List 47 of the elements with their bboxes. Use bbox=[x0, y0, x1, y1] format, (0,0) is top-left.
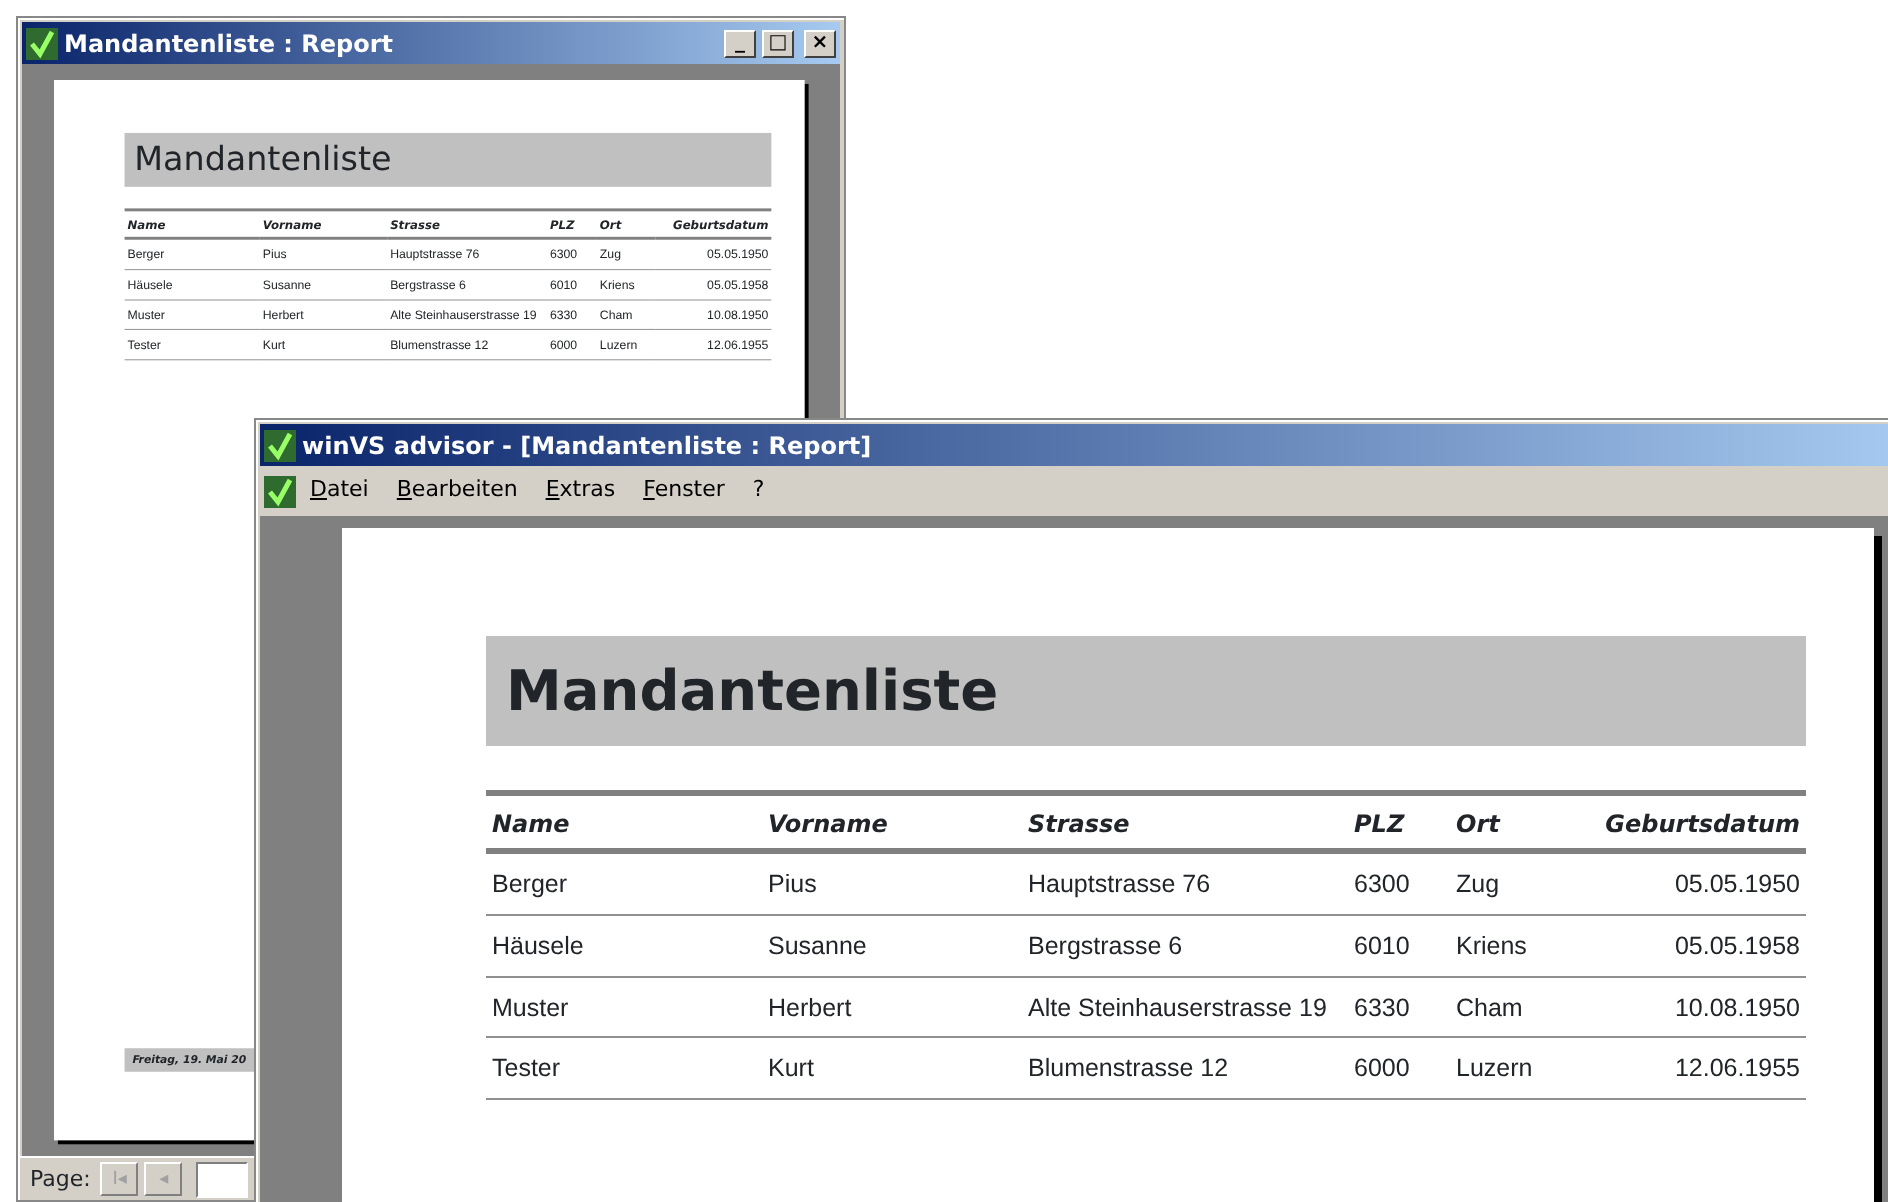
report-title: Mandantenliste bbox=[486, 636, 1806, 746]
column-header: PLZ bbox=[1348, 796, 1450, 854]
table-cell: Blumenstrasse 12 bbox=[1022, 1038, 1348, 1100]
table-cell: Muster bbox=[486, 977, 762, 1039]
table-cell: 6300 bbox=[1348, 854, 1450, 916]
column-header: Vorname bbox=[762, 796, 1022, 854]
close-button[interactable]: × bbox=[804, 29, 836, 57]
menu-item[interactable]: Datei bbox=[296, 470, 383, 512]
window-title: Mandantenliste : Report bbox=[64, 27, 393, 61]
table-cell: Berger bbox=[486, 854, 762, 916]
column-header: Geburtsdatum bbox=[1570, 796, 1806, 854]
table-cell: Herbert bbox=[762, 977, 1022, 1039]
table-cell: Susanne bbox=[762, 915, 1022, 977]
column-header: Ort bbox=[1450, 796, 1570, 854]
table-cell: Luzern bbox=[1450, 1038, 1570, 1100]
table-cell: 6000 bbox=[1348, 1038, 1450, 1100]
table-cell: Pius bbox=[762, 854, 1022, 916]
table-cell: Zug bbox=[1450, 854, 1570, 916]
checkmark-icon bbox=[26, 27, 58, 59]
minimize-button[interactable]: _ bbox=[724, 29, 756, 57]
table-cell: 05.05.1950 bbox=[1570, 854, 1806, 916]
table-cell: 12.06.1955 bbox=[1570, 1038, 1806, 1100]
menu-item[interactable]: Fenster bbox=[629, 470, 739, 512]
column-header: Strasse bbox=[1022, 796, 1348, 854]
page-label: Page: bbox=[30, 1165, 91, 1193]
table-cell: 6010 bbox=[1348, 915, 1450, 977]
table-cell: Kurt bbox=[762, 1038, 1022, 1100]
menu-item[interactable]: Bearbeiten bbox=[382, 470, 532, 512]
checkmark-icon bbox=[264, 475, 296, 507]
table-cell: Häusele bbox=[486, 915, 762, 977]
menu-item[interactable]: Extras bbox=[531, 470, 630, 512]
table-cell: 05.05.1958 bbox=[1570, 915, 1806, 977]
table-cell: Cham bbox=[1450, 977, 1570, 1039]
column-header: Name bbox=[486, 796, 762, 854]
table-cell: Kriens bbox=[1450, 915, 1570, 977]
menu-item[interactable]: ? bbox=[738, 470, 779, 512]
maximize-button[interactable]: □ bbox=[762, 29, 794, 57]
report-title: Mandantenliste bbox=[124, 132, 772, 187]
table-cell: Tester bbox=[486, 1038, 762, 1100]
table-cell: Alte Steinhauserstrasse 19 bbox=[1022, 977, 1348, 1039]
table-cell: 6330 bbox=[1348, 977, 1450, 1039]
checkmark-icon bbox=[264, 429, 296, 461]
table-cell: 10.08.1950 bbox=[1570, 977, 1806, 1039]
table-cell: Hauptstrasse 76 bbox=[1022, 854, 1348, 916]
window-title: winVS advisor - [Mandantenliste : Report] bbox=[302, 429, 872, 463]
page-field[interactable] bbox=[196, 1161, 249, 1197]
table-cell: Bergstrasse 6 bbox=[1022, 915, 1348, 977]
